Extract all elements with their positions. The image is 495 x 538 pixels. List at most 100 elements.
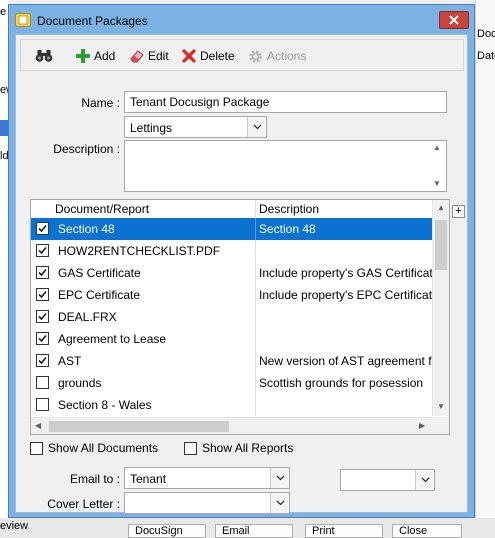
row-document-name: EPC Certificate	[58, 288, 141, 302]
scroll-down-icon[interactable]: ▼	[433, 179, 441, 188]
row-description: Section 48	[259, 222, 316, 236]
row-description: New version of AST agreement fo	[259, 354, 432, 368]
app-icon	[15, 13, 31, 27]
email-to-select[interactable]: Tenant	[124, 467, 290, 489]
description-scrollbar[interactable]: ▲ ▼	[429, 141, 446, 191]
table-row[interactable]: HOW2RENTCHECKLIST.PDF	[31, 240, 432, 262]
scroll-up-icon[interactable]: ▲	[433, 143, 441, 152]
toolbar: Add Edit Delete Actions	[20, 39, 464, 71]
background-print-button[interactable]: Print	[305, 524, 383, 538]
grid-header: Document/Report Description	[31, 200, 432, 218]
show-all-documents-option[interactable]: Show All Documents	[30, 441, 158, 455]
checkmark-icon	[38, 224, 47, 233]
add-label: Add	[94, 49, 116, 63]
gear-icon	[249, 49, 262, 63]
column-divider[interactable]	[255, 200, 256, 218]
row-column-divider	[255, 306, 256, 328]
delete-label: Delete	[200, 49, 235, 63]
category-select[interactable]: Lettings	[124, 116, 267, 138]
row-checkbox[interactable]	[36, 222, 49, 235]
scroll-left-icon[interactable]: ◀	[35, 421, 41, 430]
row-document-name: DEAL.FRX	[58, 310, 117, 324]
edit-label: Edit	[148, 49, 169, 63]
checkmark-icon	[38, 246, 47, 255]
column-header-description[interactable]: Description	[259, 202, 319, 216]
chevron-down-icon[interactable]	[247, 117, 266, 137]
description-label: Description :	[53, 142, 120, 156]
chevron-down-icon[interactable]	[415, 470, 434, 490]
background-selection	[0, 120, 8, 136]
row-checkbox[interactable]	[36, 244, 49, 257]
chevron-down-icon[interactable]	[270, 468, 289, 488]
binoculars-icon	[35, 50, 53, 62]
cover-letter-select[interactable]	[124, 492, 290, 514]
table-row[interactable]: DEAL.FRX	[31, 306, 432, 328]
scroll-down-icon[interactable]: ▼	[437, 402, 445, 411]
scroll-up-icon[interactable]: ▲	[437, 203, 445, 212]
window-title: Document Packages	[37, 14, 148, 28]
table-row[interactable]: EPC Certificate Include property's EPC Ce…	[31, 284, 432, 306]
table-row[interactable]: grounds Scottish grounds for posession	[31, 372, 432, 394]
row-document-name: AST	[58, 354, 82, 368]
background-email-button[interactable]: Email	[215, 524, 293, 538]
row-checkbox[interactable]	[36, 398, 49, 411]
row-checkbox[interactable]	[36, 332, 49, 345]
expand-plus-button[interactable]: +	[452, 205, 465, 218]
row-column-divider	[255, 350, 256, 372]
email-to-value: Tenant	[130, 472, 167, 486]
table-row[interactable]: GAS Certificate Include property's GAS Ce…	[31, 262, 432, 284]
recipient-secondary-select[interactable]	[340, 469, 435, 491]
chevron-down-icon[interactable]	[270, 493, 289, 513]
eraser-icon	[130, 50, 144, 63]
background-text: e	[0, 6, 7, 18]
horizontal-scroll-thumb[interactable]	[49, 421, 229, 432]
row-checkbox[interactable]	[36, 288, 49, 301]
scroll-right-icon[interactable]: ▶	[419, 421, 425, 430]
row-column-divider	[255, 328, 256, 350]
actions-button[interactable]: Actions	[247, 47, 306, 65]
row-document-name: Agreement to Lease	[58, 332, 167, 346]
background-close-button[interactable]: Close	[392, 524, 462, 538]
row-document-name: Section 8 - Wales	[58, 398, 152, 412]
edit-button[interactable]: Edit	[129, 47, 169, 65]
table-row[interactable]: Section 8 - Wales	[31, 394, 432, 416]
description-textarea[interactable]	[124, 140, 447, 192]
row-column-divider	[255, 218, 256, 240]
row-document-name: GAS Certificate	[58, 266, 141, 280]
row-column-divider	[255, 262, 256, 284]
show-all-reports-label: Show All Reports	[202, 441, 294, 455]
row-document-name: grounds	[58, 376, 102, 390]
row-checkbox[interactable]	[36, 376, 49, 389]
show-all-documents-checkbox[interactable]	[30, 441, 43, 455]
checkmark-icon	[38, 356, 47, 365]
title-bar[interactable]: Document Packages	[9, 5, 474, 35]
find-button[interactable]	[35, 47, 53, 65]
grid-vertical-scrollbar[interactable]: ▲ ▼	[432, 200, 449, 416]
row-description: Include property's EPC Certificat	[259, 288, 432, 302]
show-all-reports-checkbox[interactable]	[184, 441, 197, 455]
grid-horizontal-scrollbar[interactable]: ◀ ▶	[31, 417, 432, 434]
table-row[interactable]: AST New version of AST agreement fo	[31, 350, 432, 372]
checkmark-icon	[38, 268, 47, 277]
row-checkbox[interactable]	[36, 354, 49, 367]
row-checkbox[interactable]	[36, 310, 49, 323]
close-window-button[interactable]	[439, 11, 469, 29]
vertical-scroll-thumb[interactable]	[435, 220, 447, 270]
delete-button[interactable]: Delete	[181, 47, 235, 65]
show-all-reports-option[interactable]: Show All Reports	[184, 441, 293, 455]
table-row[interactable]: Section 48 Section 48	[31, 218, 432, 240]
actions-label: Actions	[267, 49, 307, 63]
add-button[interactable]: Add	[75, 47, 115, 65]
name-input[interactable]: Tenant Docusign Package	[124, 91, 447, 113]
email-to-label: Email to :	[69, 472, 120, 486]
row-checkbox[interactable]	[36, 266, 49, 279]
row-column-divider	[255, 394, 256, 416]
row-column-divider	[255, 372, 256, 394]
background-docusign-button[interactable]: DocuSign	[128, 524, 206, 538]
row-column-divider	[255, 284, 256, 306]
scrollbar-corner	[432, 417, 449, 434]
name-label: Name :	[81, 96, 120, 110]
column-header-document[interactable]: Document/Report	[55, 202, 149, 216]
table-row[interactable]: Agreement to Lease	[31, 328, 432, 350]
cover-letter-label: Cover Letter :	[47, 497, 120, 511]
